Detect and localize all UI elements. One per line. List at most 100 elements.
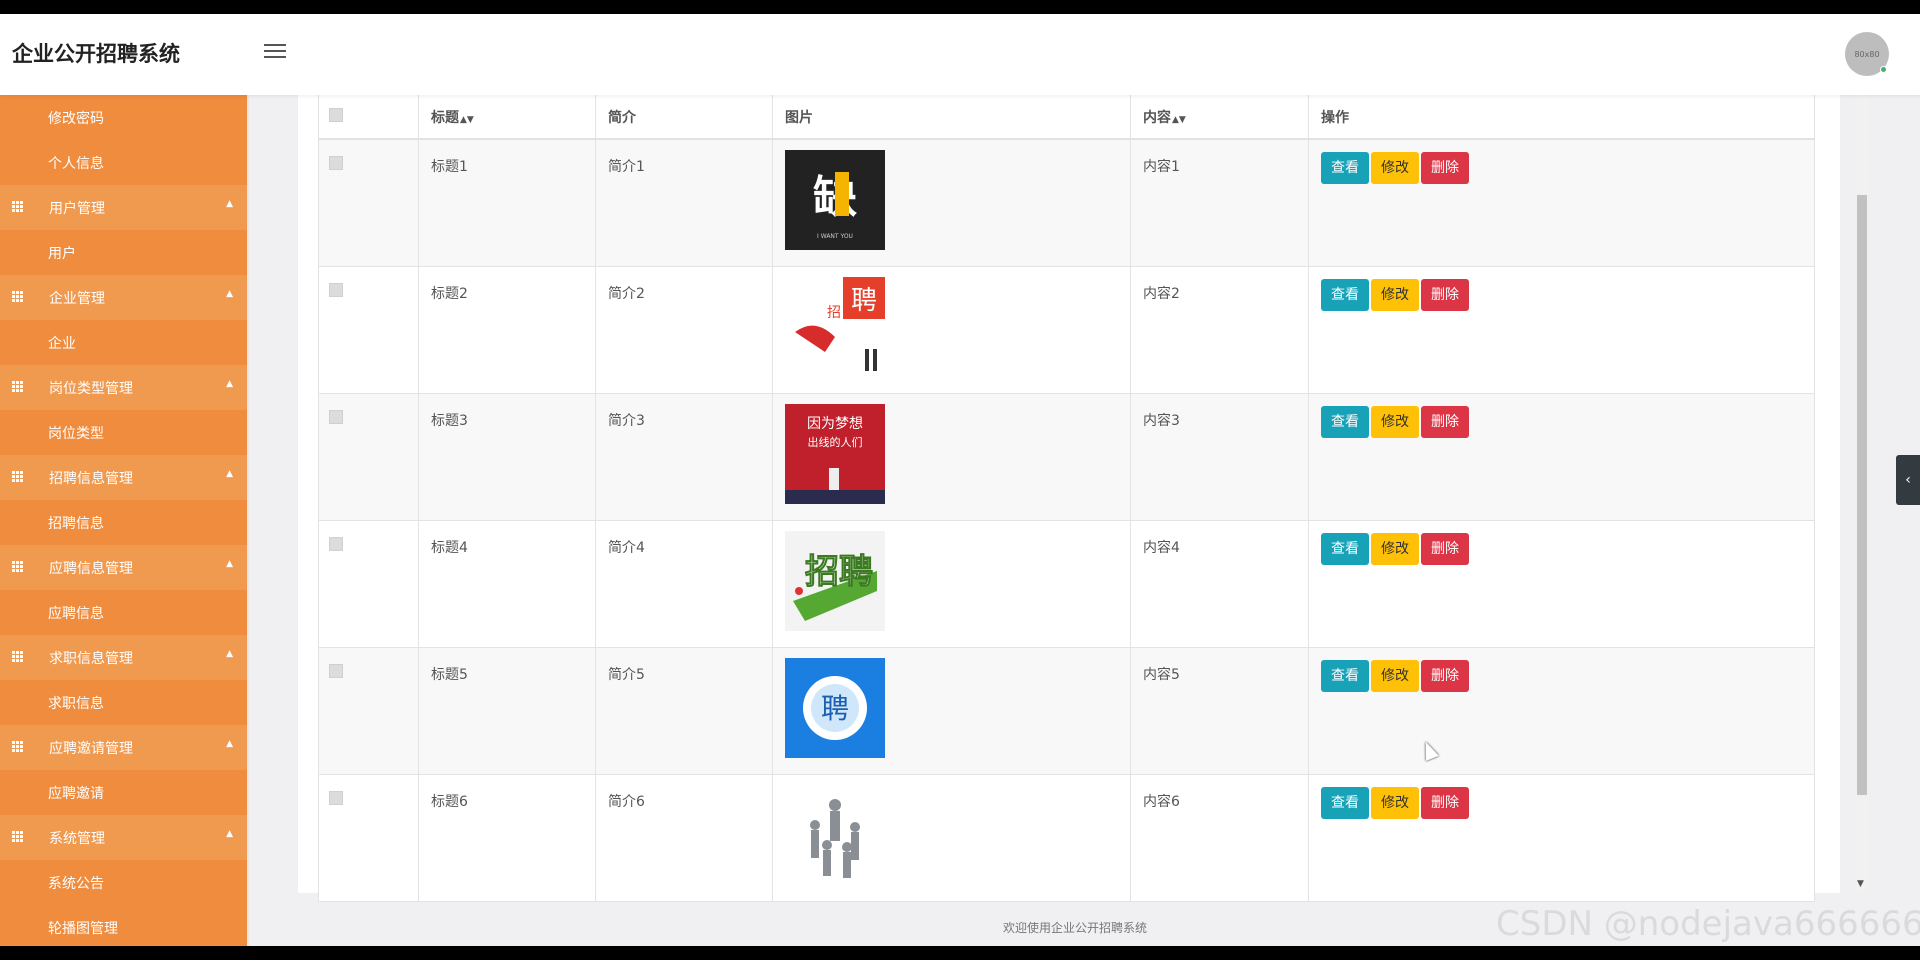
scrollbar-thumb[interactable]: [1857, 195, 1867, 795]
edit-button[interactable]: 修改: [1371, 279, 1419, 311]
sidebar-group[interactable]: 求职信息管理 ▲: [0, 635, 247, 680]
view-button[interactable]: 查看: [1321, 787, 1369, 819]
sidebar-label: 修改密码: [48, 110, 104, 127]
sidebar-group[interactable]: 用户管理 ▲: [0, 185, 247, 230]
sidebar-label: 企业: [48, 335, 76, 352]
poster-image[interactable]: 缺I WANT YOU: [785, 150, 885, 250]
chevron-up-icon: ▲: [226, 649, 233, 659]
content-cell: 内容3: [1130, 393, 1309, 521]
sidebar-label: 应聘邀请: [48, 785, 104, 802]
sidebar-item[interactable]: 应聘信息: [0, 590, 247, 635]
edit-button[interactable]: 修改: [1371, 406, 1419, 438]
poster-image[interactable]: 招聘: [785, 531, 885, 631]
vertical-scrollbar[interactable]: ▼: [1855, 95, 1869, 893]
sidebar-item[interactable]: 修改密码: [0, 95, 247, 140]
view-button[interactable]: 查看: [1321, 279, 1369, 311]
edit-button[interactable]: 修改: [1371, 660, 1419, 692]
delete-button[interactable]: 删除: [1421, 406, 1469, 438]
sidebar-item[interactable]: 个人信息: [0, 140, 247, 185]
sidebar-label: 用户: [48, 245, 76, 262]
row-actions: 查看 修改 删除: [1321, 533, 1802, 565]
sort-icon[interactable]: ▲▼: [460, 115, 474, 125]
poster-image[interactable]: 聘招: [785, 277, 885, 377]
row-select-cell: [318, 138, 419, 267]
grid-icon: [12, 741, 24, 752]
title-cell: 标题2: [418, 266, 596, 394]
delete-button[interactable]: 删除: [1421, 152, 1469, 184]
view-button[interactable]: 查看: [1321, 152, 1369, 184]
poster-image[interactable]: 因为梦想 出线的人们: [785, 404, 885, 504]
grid-icon: [12, 651, 24, 662]
svg-text:I WANT YOU: I WANT YOU: [817, 233, 853, 240]
edit-button[interactable]: 修改: [1371, 787, 1419, 819]
column-header-label: 操作: [1321, 109, 1349, 126]
row-checkbox[interactable]: [329, 537, 343, 551]
content-cell: 内容6: [1130, 774, 1309, 902]
table-row: 标题4 简介4 招聘 内容4 查看 修改 删除: [318, 520, 1815, 648]
sidebar-divider: [247, 95, 249, 946]
sidebar: 修改密码个人信息 用户管理 ▲ 用户企业管理 ▲ 企业岗位类型管理 ▲ 岗位类型 招聘信息管理 ▲…: [0, 95, 247, 946]
delete-button[interactable]: 删除: [1421, 279, 1469, 311]
actions-cell: 查看 修改 删除: [1308, 138, 1815, 267]
column-header-content[interactable]: 内容▲▼: [1130, 95, 1309, 140]
scroll-down-arrow-icon[interactable]: ▼: [1857, 879, 1864, 889]
sidebar-item[interactable]: 求职信息: [0, 680, 247, 725]
image-cell: 聘: [772, 647, 1131, 775]
poster-image[interactable]: 聘: [785, 658, 885, 758]
actions-cell: 查看 修改 删除: [1308, 266, 1815, 394]
content-cell: 内容1: [1130, 138, 1309, 267]
delete-button[interactable]: 删除: [1421, 660, 1469, 692]
row-checkbox[interactable]: [329, 664, 343, 678]
row-select-cell: [318, 520, 419, 648]
sidebar-group[interactable]: 应聘信息管理 ▲: [0, 545, 247, 590]
row-checkbox[interactable]: [329, 156, 343, 170]
hamburger-menu-icon[interactable]: [264, 44, 286, 64]
sidebar-group[interactable]: 招聘信息管理 ▲: [0, 455, 247, 500]
actions-cell: 查看 修改 删除: [1308, 520, 1815, 648]
actions-cell: 查看 修改 删除: [1308, 647, 1815, 775]
sidebar-item[interactable]: 用户: [0, 230, 247, 275]
sidebar-item[interactable]: 企业: [0, 320, 247, 365]
row-checkbox[interactable]: [329, 791, 343, 805]
sidebar-item[interactable]: 系统公告: [0, 860, 247, 905]
view-button[interactable]: 查看: [1321, 660, 1369, 692]
delete-button[interactable]: 删除: [1421, 533, 1469, 565]
sidebar-label: 应聘信息管理: [49, 560, 133, 577]
edit-button[interactable]: 修改: [1371, 152, 1419, 184]
sidebar-item[interactable]: 招聘信息: [0, 500, 247, 545]
row-actions: 查看 修改 删除: [1321, 152, 1802, 184]
row-actions: 查看 修改 删除: [1321, 660, 1802, 692]
sidebar-group[interactable]: 企业管理 ▲: [0, 275, 247, 320]
delete-button[interactable]: 删除: [1421, 787, 1469, 819]
collapse-panel-chevron-icon[interactable]: ‹: [1896, 455, 1920, 505]
sidebar-group[interactable]: 应聘邀请管理 ▲: [0, 725, 247, 770]
column-header-title[interactable]: 标题▲▼: [418, 95, 596, 140]
sidebar-item[interactable]: 轮播图管理: [0, 905, 247, 946]
intro-cell: 简介1: [595, 138, 773, 267]
row-select-cell: [318, 266, 419, 394]
edit-button[interactable]: 修改: [1371, 533, 1419, 565]
actions-cell: 查看 修改 删除: [1308, 774, 1815, 902]
view-button[interactable]: 查看: [1321, 533, 1369, 565]
intro-cell: 简介6: [595, 774, 773, 902]
image-cell: 招聘: [772, 520, 1131, 648]
sidebar-label: 求职信息管理: [49, 650, 133, 667]
data-table-wrapper: 标题▲▼ 简介 图片 内容▲▼ 操作 标题1简介1缺I WANT YOU内容1查…: [318, 95, 1815, 902]
row-checkbox[interactable]: [329, 410, 343, 424]
sort-icon[interactable]: ▲▼: [1172, 115, 1186, 125]
column-header-image: 图片: [772, 95, 1131, 140]
view-button[interactable]: 查看: [1321, 406, 1369, 438]
select-all-checkbox[interactable]: [329, 107, 343, 122]
sidebar-group[interactable]: 系统管理 ▲: [0, 815, 247, 860]
row-checkbox[interactable]: [329, 283, 343, 297]
title-cell: 标题6: [418, 774, 596, 902]
sidebar-item[interactable]: 应聘邀请: [0, 770, 247, 815]
image-cell: 聘招: [772, 266, 1131, 394]
data-table: 标题▲▼ 简介 图片 内容▲▼ 操作 标题1简介1缺I WANT YOU内容1查…: [318, 95, 1815, 902]
intro-cell: 简介4: [595, 520, 773, 648]
poster-image[interactable]: [785, 785, 885, 885]
sidebar-group[interactable]: 岗位类型管理 ▲: [0, 365, 247, 410]
table-row: 标题2 简介2 聘招内容2 查看 修改 删除: [318, 266, 1815, 394]
chevron-up-icon: ▲: [226, 829, 233, 839]
sidebar-item[interactable]: 岗位类型: [0, 410, 247, 455]
